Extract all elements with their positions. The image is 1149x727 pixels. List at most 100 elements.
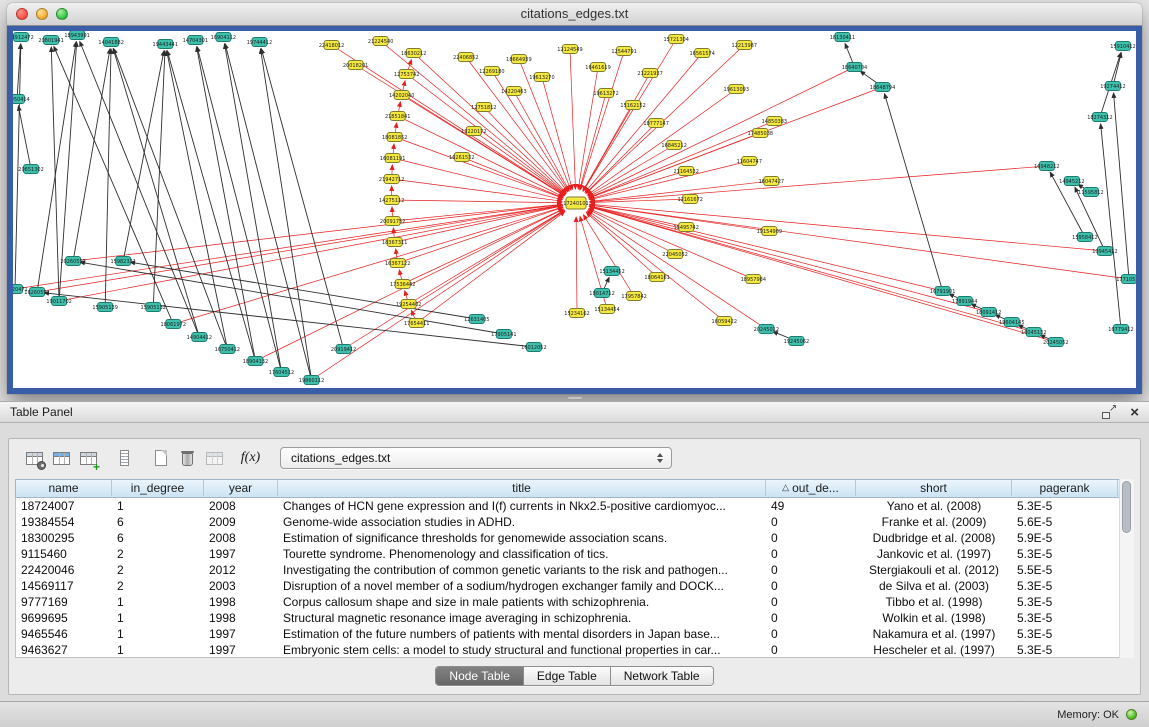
function-builder-icon[interactable]: f(x): [237, 445, 264, 472]
table-row[interactable]: 1830029562008Estimation of significance …: [16, 530, 1133, 546]
table-row[interactable]: 2242004622012Investigating the contribut…: [16, 562, 1133, 578]
memory-status-indicator[interactable]: [1126, 709, 1137, 720]
graph-edge[interactable]: [570, 49, 575, 189]
graph-edge[interactable]: [225, 44, 311, 380]
graph-edge[interactable]: [261, 49, 343, 349]
graph-edge[interactable]: [80, 262, 504, 334]
table-cell: 0: [766, 578, 856, 594]
graph-edge[interactable]: [885, 94, 943, 291]
float-panel-icon[interactable]: ↗: [1102, 406, 1116, 419]
graph-edge[interactable]: [15, 205, 562, 289]
show-columns-icon[interactable]: [48, 445, 75, 472]
graph-edge[interactable]: [18, 106, 31, 169]
graph-edge[interactable]: [576, 217, 577, 313]
column-header-name[interactable]: name: [16, 480, 112, 496]
new-table-icon[interactable]: [147, 445, 174, 472]
table-cell: Estimation of significance thresholds fo…: [278, 530, 766, 546]
graph-edge[interactable]: [395, 206, 563, 242]
graph-edge[interactable]: [1101, 124, 1121, 329]
graph-edge[interactable]: [44, 293, 534, 347]
graph-node-label: 16367122: [385, 261, 410, 267]
graph-edge[interactable]: [73, 49, 110, 261]
graph-edge[interactable]: [589, 67, 855, 197]
table-cell: 14569117: [16, 578, 112, 594]
column-header-pagerank[interactable]: pagerank: [1012, 480, 1118, 496]
tab-network-table[interactable]: Network Table: [611, 667, 713, 685]
column-header-out_de[interactable]: △out_de...: [766, 480, 856, 496]
graph-node-label: 12269180: [479, 69, 504, 75]
scrollbar-thumb[interactable]: [1122, 481, 1131, 533]
graph-edge[interactable]: [392, 200, 562, 203]
graph-edge[interactable]: [590, 204, 1105, 251]
graph-node-label: 16948212: [1034, 164, 1059, 170]
graph-node-label: 16059422: [712, 319, 737, 325]
graph-edge[interactable]: [392, 179, 562, 201]
import-table-icon[interactable]: [201, 445, 228, 472]
table-row[interactable]: 911546021997Tourette syndrome. Phenomeno…: [16, 546, 1133, 562]
tab-node-table[interactable]: Node Table: [436, 667, 524, 685]
graph-edge[interactable]: [167, 51, 228, 349]
graph-edge[interactable]: [583, 39, 676, 191]
graph-edge[interactable]: [484, 107, 566, 193]
graph-edge[interactable]: [54, 46, 173, 324]
close-window-button[interactable]: [16, 8, 28, 20]
graph-edge[interactable]: [261, 49, 312, 380]
graph-node-label: 12753742: [394, 72, 419, 78]
table-row[interactable]: 946554611997Estimation of the future num…: [16, 626, 1133, 642]
graph-edge[interactable]: [114, 49, 228, 349]
panel-splitter[interactable]: [0, 394, 1149, 401]
table-cell: Stergiakouli et al. (2012): [856, 562, 1012, 578]
table-cell: 5.3E-5: [1012, 642, 1118, 658]
graph-edge[interactable]: [197, 47, 256, 361]
graph-edge[interactable]: [398, 207, 563, 263]
table-cell: Dudbridge et al. (2008): [856, 530, 1012, 546]
close-panel-icon[interactable]: ×: [1130, 406, 1139, 419]
graph-edge[interactable]: [393, 204, 562, 221]
table-cell: 9777169: [16, 594, 112, 610]
table-row[interactable]: 946362711997Embryonic stem cells: a mode…: [16, 642, 1133, 658]
graph-edge[interactable]: [225, 44, 282, 372]
graph-node-label: 22045052: [662, 252, 687, 258]
table-scrollbar[interactable]: [1119, 479, 1134, 658]
graph-edge[interactable]: [123, 51, 164, 261]
graph-edge[interactable]: [51, 47, 59, 301]
network-canvas[interactable]: 1724010118630212127537421420204021851841…: [13, 31, 1136, 388]
column-header-title[interactable]: title: [278, 480, 766, 496]
column-header-short[interactable]: short: [856, 480, 1012, 496]
graph-node-label: 18367311: [382, 240, 407, 246]
zoom-window-button[interactable]: [56, 8, 68, 20]
row-height-icon[interactable]: [111, 445, 138, 472]
graph-edge[interactable]: [312, 211, 565, 380]
graph-edge[interactable]: [409, 210, 564, 304]
table-row[interactable]: 1938455462009Genome-wide association stu…: [16, 514, 1133, 530]
table-mode-icon[interactable]: [21, 445, 48, 472]
new-column-icon[interactable]: +: [75, 445, 102, 472]
delete-table-icon[interactable]: [174, 445, 201, 472]
minimize-window-button[interactable]: [36, 8, 48, 20]
table-row[interactable]: 969969511998Structural magnetic resonanc…: [16, 610, 1133, 626]
window-titlebar[interactable]: citations_edges.txt: [7, 3, 1142, 26]
table-row[interactable]: 977716911998Corpus callosum shape and si…: [16, 594, 1133, 610]
graph-edge[interactable]: [59, 206, 562, 301]
graph-edge[interactable]: [590, 205, 1129, 279]
graph-edge[interactable]: [344, 210, 565, 349]
column-header-year[interactable]: year: [204, 480, 278, 496]
graph-edge[interactable]: [590, 206, 943, 291]
table-cell: 5.3E-5: [1012, 578, 1118, 594]
graph-edge[interactable]: [590, 207, 1034, 332]
graph-edge[interactable]: [197, 47, 281, 372]
table-row[interactable]: 1456911722003Disruption of a novel membe…: [16, 578, 1133, 594]
table-cell: 1: [112, 498, 204, 514]
table-row[interactable]: 1872400712008Changes of HCN gene express…: [16, 498, 1133, 514]
graph-node-label: 19604145: [999, 320, 1024, 326]
graph-edge[interactable]: [173, 207, 562, 324]
graph-edge[interactable]: [514, 91, 569, 191]
column-header-in_degree[interactable]: in_degree: [112, 480, 204, 496]
tab-edge-table[interactable]: Edge Table: [524, 667, 611, 685]
graph-edge[interactable]: [130, 262, 477, 319]
graph-edge[interactable]: [80, 41, 200, 337]
graph-edge[interactable]: [586, 212, 657, 277]
table-cell: 6: [112, 514, 204, 530]
table-source-dropdown[interactable]: citations_edges.txt: [280, 447, 672, 469]
graph-edge[interactable]: [590, 161, 750, 200]
